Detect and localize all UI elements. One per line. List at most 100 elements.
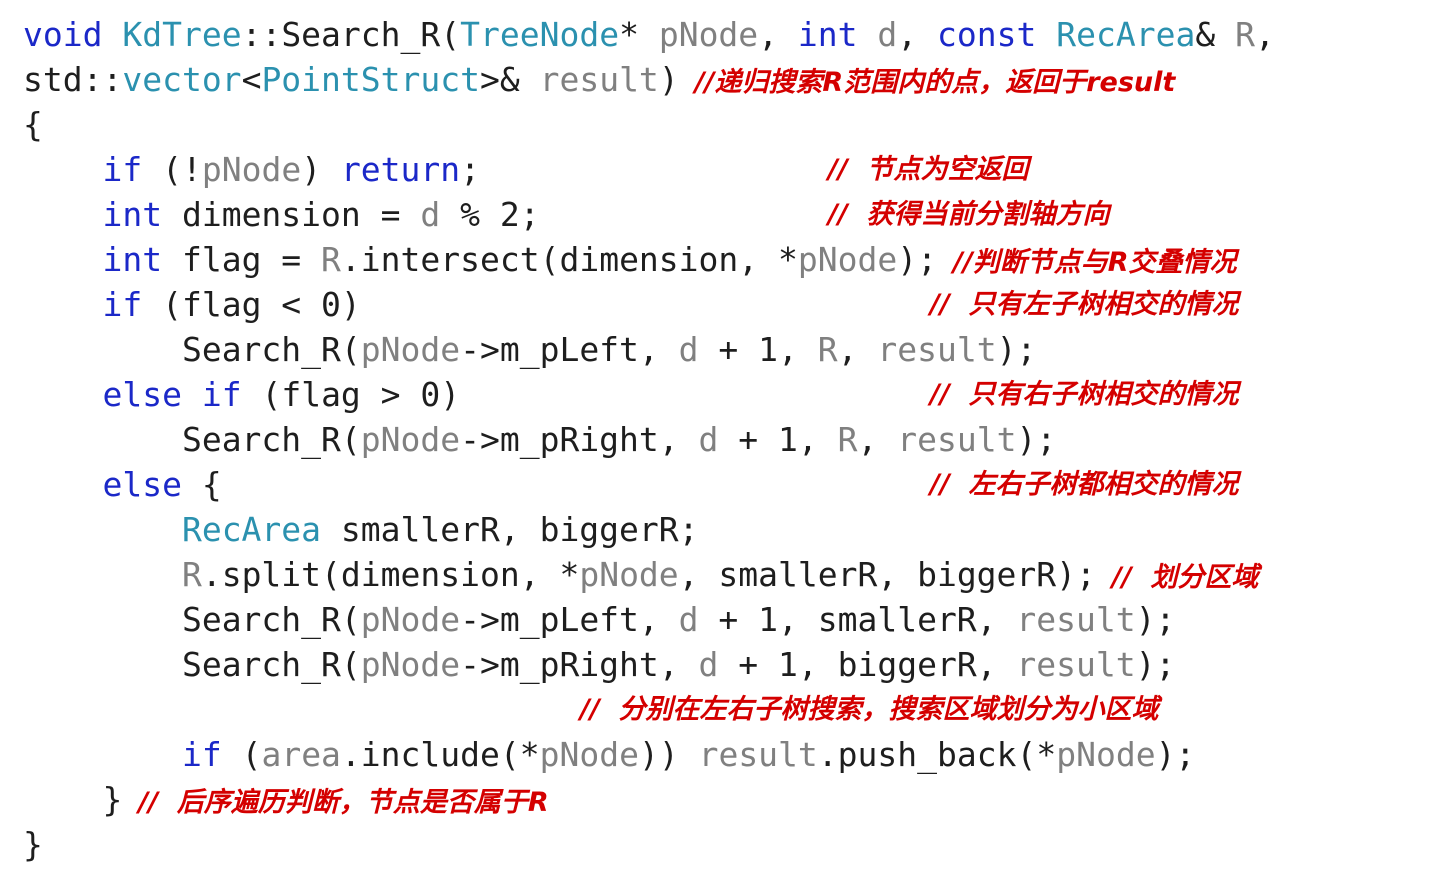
code-text: { [23, 105, 43, 144]
code-statement: if (flag < 0) [23, 282, 361, 327]
parameter: result [1016, 600, 1136, 639]
code-line: else {// 左右子树都相交的情况 [23, 462, 1428, 507]
code-text: ); [1135, 600, 1176, 639]
keyword: if [102, 285, 143, 324]
parameter: pNode [579, 555, 679, 594]
code-text: ); [897, 240, 937, 279]
code-text: < [241, 60, 262, 99]
code-comment: //判断节点与R交叠情况 [952, 247, 1237, 278]
code-text: ->m_pLeft, [460, 330, 679, 369]
code-comment: // 左右子树都相交的情况 [930, 469, 1239, 500]
code-statement: { [23, 102, 43, 147]
code-text: ) [301, 150, 341, 189]
keyword: int [102, 240, 163, 279]
code-text: { [181, 465, 222, 504]
code-text: , [837, 330, 878, 369]
parameter: result [698, 735, 818, 774]
code-line: void KdTree::Search_R(TreeNode* pNode, i… [23, 12, 1428, 57]
code-text: % 2; [440, 195, 540, 234]
code-text: dimension = [162, 195, 421, 234]
code-comment: // 获得当前分割轴方向 [828, 199, 1110, 230]
code-statement: else if (flag > 0) [23, 372, 460, 417]
code-line: // 分别在左右子树搜索，搜索区域划分为小区域 [23, 687, 1428, 732]
parameter: pNode [360, 420, 461, 459]
code-text: Search_R( [181, 330, 361, 369]
code-comment: //递归搜索R范围内的点，返回于result [694, 67, 1176, 98]
code-text: + 1, [718, 420, 838, 459]
parameter: pNode [539, 735, 639, 774]
parameter: d [877, 15, 898, 54]
parameter: R [321, 240, 341, 279]
code-line: R.split(dimension, *pNode, smallerR, big… [23, 552, 1428, 597]
type-name: KdTree [122, 15, 242, 54]
code-comment: // 节点为空返回 [828, 154, 1029, 185]
code-text: .push_back(* [817, 735, 1057, 774]
code-text: flag = [162, 240, 322, 279]
code-line: if (!pNode) return; // 节点为空返回 [23, 147, 1428, 192]
type-name: PointStruct [261, 60, 480, 99]
code-text: + 1, biggerR, [718, 645, 1017, 684]
code-line: Search_R(pNode->m_pLeft, d + 1, R, resul… [23, 327, 1428, 372]
code-text: (flag < 0) [142, 285, 361, 324]
code-text: (! [142, 150, 202, 189]
code-statement: Search_R(pNode->m_pLeft, d + 1, R, resul… [23, 327, 1036, 372]
code-text: .include(* [340, 735, 540, 774]
code-text: } [102, 780, 123, 819]
parameter: d [678, 600, 699, 639]
keyword: if [181, 735, 222, 774]
code-text: ); [1135, 645, 1176, 684]
code-text: & [1195, 15, 1236, 54]
code-text: smallerR, biggerR; [321, 510, 699, 549]
parameter: d [698, 645, 719, 684]
code-text: Search_R( [181, 420, 361, 459]
code-text: , [857, 420, 898, 459]
code-text: Search_R( [181, 645, 361, 684]
type-name: TreeNode [460, 15, 620, 54]
code-statement: int dimension = d % 2; [23, 192, 540, 237]
keyword: int [797, 15, 858, 54]
code-text: + 1, smallerR, [698, 600, 1017, 639]
type-name: RecArea [181, 510, 322, 549]
code-statement: std::vector<PointStruct>& result) //递归搜索R… [23, 57, 1175, 105]
code-line: { [23, 102, 1428, 147]
code-line: } [23, 822, 1428, 867]
code-line: Search_R(pNode->m_pRight, d + 1, R, resu… [23, 417, 1428, 462]
parameter: R [1235, 15, 1255, 54]
parameter: pNode [1056, 735, 1156, 774]
code-line: Search_R(pNode->m_pRight, d + 1, biggerR… [23, 642, 1428, 687]
keyword: if [102, 150, 143, 189]
code-text: ); [1016, 420, 1057, 459]
code-statement: Search_R(pNode->m_pRight, d + 1, R, resu… [23, 417, 1056, 462]
code-text: ); [1155, 735, 1196, 774]
code-line: std::vector<PointStruct>& result) //递归搜索R… [23, 57, 1428, 102]
code-text: >& [479, 60, 540, 99]
parameter: pNode [360, 600, 461, 639]
code-statement: RecArea smallerR, biggerR; [23, 507, 699, 552]
parameter: R [837, 420, 858, 459]
code-text: * [619, 15, 659, 54]
keyword: return [340, 150, 461, 189]
parameter: area [261, 735, 341, 774]
parameter: result [877, 330, 997, 369]
code-line: Search_R(pNode->m_pLeft, d + 1, smallerR… [23, 597, 1428, 642]
code-line: RecArea smallerR, biggerR; [23, 507, 1428, 552]
parameter: pNode [360, 330, 461, 369]
code-statement: if (area.include(*pNode)) result.push_ba… [23, 732, 1195, 777]
code-line: int dimension = d % 2; // 获得当前分割轴方向 [23, 192, 1428, 237]
code-line: } // 后序遍历判断，节点是否属于R [23, 777, 1428, 822]
code-statement: void KdTree::Search_R(TreeNode* pNode, i… [23, 12, 1275, 57]
code-comment: // 后序遍历判断，节点是否属于R [138, 787, 549, 818]
code-text: ::Search_R( [241, 15, 461, 54]
code-text: ( [221, 735, 262, 774]
code-text: .intersect(dimension, * [340, 240, 798, 279]
